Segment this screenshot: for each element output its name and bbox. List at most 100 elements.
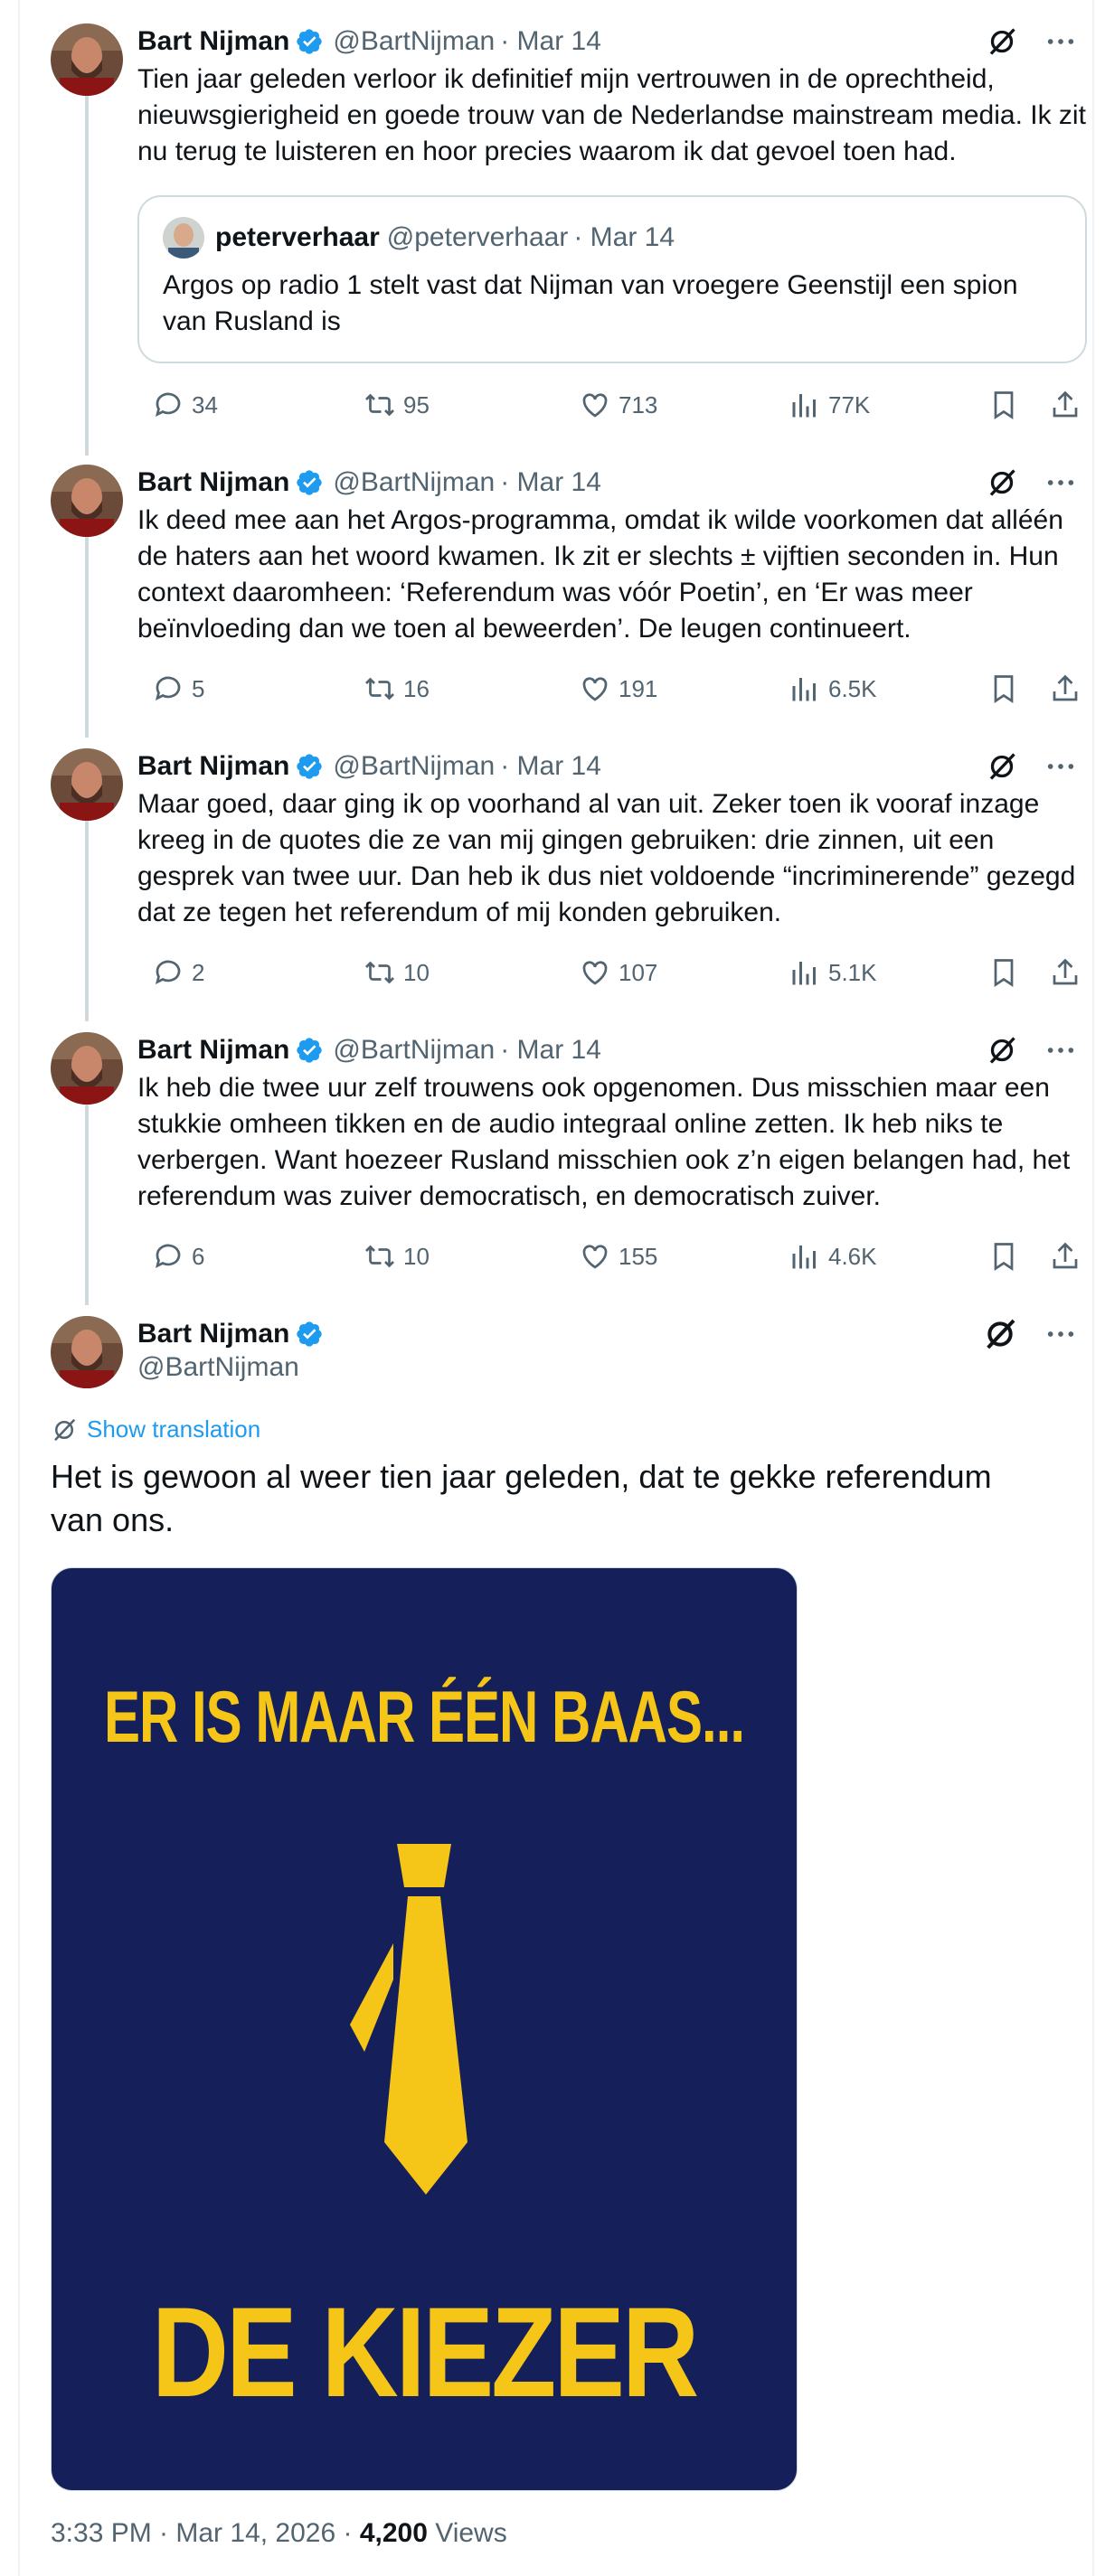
more-icon[interactable]: [1045, 26, 1076, 57]
repost-button[interactable]: 16: [364, 671, 430, 707]
more-icon[interactable]: [1045, 467, 1076, 498]
reply-icon: [155, 676, 181, 701]
translate-icon: [54, 1418, 76, 1441]
repost-button[interactable]: 10: [364, 954, 430, 991]
views-count: 5.1K: [828, 958, 877, 986]
author-handle[interactable]: @BartNijman: [333, 1035, 495, 1066]
bookmark-icon: [994, 959, 1014, 988]
share-icon: [1053, 390, 1078, 418]
bookmark-button[interactable]: [987, 1238, 1020, 1274]
more-icon[interactable]: [1045, 1035, 1076, 1066]
like-icon: [582, 961, 608, 985]
tweet-date[interactable]: · Mar 14: [500, 26, 601, 57]
action-bar: 5 16 191 6.5K: [137, 671, 1096, 707]
tweet-image[interactable]: ER IS MAAR ÉÉN BAAS... DE KIEZER: [51, 1567, 798, 2491]
avatar[interactable]: [51, 24, 123, 96]
author-name[interactable]: Bart Nijman: [137, 26, 289, 57]
author-name[interactable]: Bart Nijman: [137, 1035, 289, 1066]
tweet-timestamp[interactable]: 3:33 PM · Mar 14, 2026 · 4,200 Views: [51, 2518, 507, 2549]
views-button[interactable]: 77K: [789, 387, 870, 423]
tweet-text: Ik deed mee aan het Argos-programma, omd…: [137, 505, 1063, 644]
header-actions: [986, 1032, 1076, 1068]
grok-icon[interactable]: [982, 1316, 1018, 1352]
quote-author-name: peterverhaar: [215, 222, 380, 252]
show-translation-link[interactable]: Show translation: [51, 1415, 260, 1443]
header-actions: [986, 465, 1076, 501]
share-button[interactable]: [1049, 1238, 1081, 1274]
tweet-date[interactable]: · Mar 14: [500, 467, 601, 498]
poster-tagline: DE KIEZER: [151, 2280, 699, 2425]
repost-icon: [365, 393, 394, 417]
share-button[interactable]: [1049, 387, 1081, 423]
verified-badge-icon: [297, 1038, 323, 1063]
action-bar: 34 95 713 77K: [137, 387, 1096, 423]
views-label: Views: [427, 2518, 507, 2548]
views-button[interactable]: 4.6K: [789, 1238, 877, 1274]
verified-badge-icon: [297, 1321, 323, 1347]
share-button[interactable]: [1049, 954, 1081, 991]
more-icon[interactable]: [1045, 751, 1076, 782]
repost-icon: [365, 677, 394, 700]
bookmark-button[interactable]: [987, 954, 1020, 991]
avatar[interactable]: [51, 465, 123, 537]
grok-icon[interactable]: [986, 25, 1018, 58]
repost-count: 10: [403, 1242, 430, 1270]
tweet-date[interactable]: · Mar 14: [500, 1035, 601, 1066]
reply-count: 34: [192, 390, 218, 418]
like-button[interactable]: 107: [579, 954, 657, 991]
more-icon[interactable]: [1045, 1319, 1076, 1349]
like-count: 191: [619, 674, 658, 702]
grok-icon[interactable]: [986, 750, 1018, 783]
thread-line: [85, 817, 89, 1021]
quote-header: peterverhaar @peterverhaar · Mar 14: [163, 217, 675, 259]
reply-button[interactable]: 2: [152, 954, 204, 991]
share-button[interactable]: [1049, 671, 1081, 707]
tweet-header: Bart Nijman @BartNijman · Mar 14: [137, 748, 601, 785]
avatar[interactable]: [51, 1032, 123, 1105]
grok-icon[interactable]: [986, 1034, 1018, 1067]
reply-count: 6: [192, 1242, 205, 1270]
author-handle[interactable]: @BartNijman: [333, 751, 495, 782]
views-icon: [792, 962, 816, 985]
author-name[interactable]: Bart Nijman: [137, 1319, 289, 1349]
author-name[interactable]: Bart Nijman: [137, 467, 289, 498]
like-button[interactable]: 713: [579, 387, 657, 423]
tweet-header: Bart Nijman @BartNijman · Mar 14: [137, 24, 601, 60]
repost-button[interactable]: 95: [364, 387, 430, 423]
avatar[interactable]: [51, 1316, 123, 1388]
reply-button[interactable]: 5: [152, 671, 204, 707]
author-handle[interactable]: @BartNijman: [333, 26, 495, 57]
views-count: 6.5K: [828, 674, 877, 702]
verified-badge-icon: [297, 29, 323, 54]
quote-text: Argos op radio 1 stelt vast dat Nijman v…: [163, 270, 1018, 336]
verified-badge-icon: [297, 470, 323, 495]
verified-badge-icon: [297, 754, 323, 779]
quote-avatar: [163, 217, 204, 259]
like-button[interactable]: 155: [579, 1238, 657, 1274]
like-icon: [582, 677, 608, 701]
like-button[interactable]: 191: [579, 671, 657, 707]
tweet-header: Bart Nijman: [137, 1316, 333, 1352]
reply-icon: [155, 392, 181, 418]
like-icon: [582, 1245, 608, 1269]
views-button[interactable]: 6.5K: [789, 671, 877, 707]
grok-icon[interactable]: [986, 466, 1018, 499]
reply-button[interactable]: 6: [152, 1238, 204, 1274]
bookmark-icon: [994, 391, 1014, 420]
author-handle[interactable]: @BartNijman: [137, 1352, 299, 1383]
timeline-column: Bart Nijman @BartNijman · Mar 14 Tien ja…: [18, 0, 1094, 2576]
reply-count: 5: [192, 674, 205, 702]
bookmark-button[interactable]: [987, 387, 1020, 423]
author-handle[interactable]: @BartNijman: [333, 467, 495, 498]
quoted-tweet[interactable]: peterverhaar @peterverhaar · Mar 14 Argo…: [137, 195, 1087, 363]
avatar[interactable]: [51, 748, 123, 821]
share-icon: [1053, 1242, 1078, 1269]
tweet-date[interactable]: · Mar 14: [500, 751, 601, 782]
reply-button[interactable]: 34: [152, 387, 218, 423]
views-icon: [792, 678, 816, 701]
bookmark-icon: [994, 1243, 1014, 1272]
views-button[interactable]: 5.1K: [789, 954, 877, 991]
bookmark-button[interactable]: [987, 671, 1020, 707]
author-name[interactable]: Bart Nijman: [137, 751, 289, 782]
repost-button[interactable]: 10: [364, 1238, 430, 1274]
